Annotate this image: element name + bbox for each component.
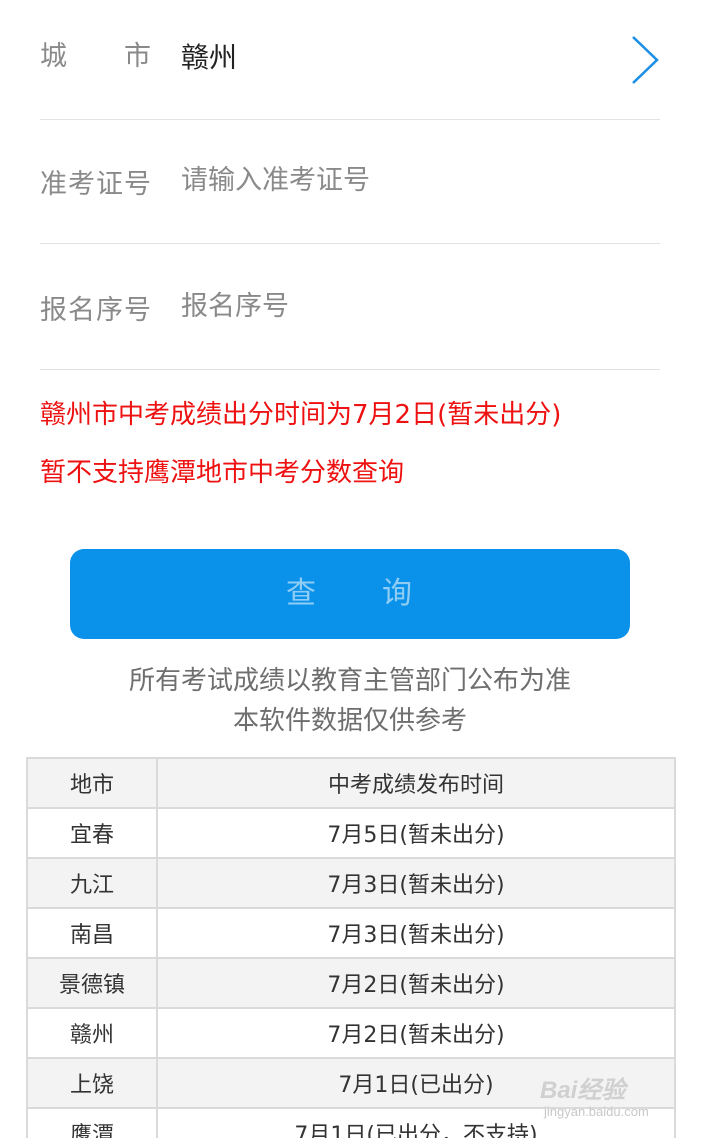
table-cell-release-time: 7月3日(暂未出分): [156, 857, 676, 909]
table-cell-release-time: 7月3日(暂未出分): [156, 907, 676, 959]
table-cell-city: 鹰潭: [26, 1107, 158, 1138]
disclaimer-line-1: 所有考试成绩以教育主管部门公布为准: [128, 666, 571, 696]
table-row: 宜春 7月5日(暂未出分): [26, 807, 676, 859]
table-row: 上饶 7月1日(已出分): [26, 1057, 676, 1109]
registration-number-row: 报名序号: [40, 246, 660, 370]
table-cell-city: 景德镇: [26, 957, 158, 1009]
city-selector-row[interactable]: 城 市 赣州: [40, 0, 660, 120]
table-cell-release-time: 7月1日(已出分): [156, 1057, 676, 1109]
table-cell-city: 赣州: [26, 1007, 158, 1059]
table-cell-release-time: 7月5日(暂未出分): [156, 807, 676, 859]
exam-number-row: 准考证号: [40, 120, 660, 244]
city-value: 赣州: [181, 41, 238, 74]
exam-number-input[interactable]: [181, 158, 641, 202]
table-row: 景德镇 7月2日(暂未出分): [26, 957, 676, 1009]
column-header-city: 地市: [26, 757, 158, 809]
table-row: 九江 7月3日(暂未出分): [26, 857, 676, 909]
table-cell-city: 九江: [26, 857, 158, 909]
score-query-page: 城 市 赣州 准考证号 报名序号 赣州市中考成绩出分时间为7月2日(暂未出分) …: [0, 0, 708, 1138]
exam-number-label: 准考证号: [40, 169, 152, 200]
table-cell-city: 南昌: [26, 907, 158, 959]
unsupported-city-notice: 暂不支持鹰潭地市中考分数查询: [40, 458, 405, 488]
table-cell-release-time: 7月2日(暂未出分): [156, 957, 676, 1009]
disclaimer-line-2: 本软件数据仅供参考: [232, 706, 467, 736]
column-header-release-time: 中考成绩发布时间: [156, 757, 676, 809]
table-row: 赣州 7月2日(暂未出分): [26, 1007, 676, 1059]
table-header-row: 地市 中考成绩发布时间: [26, 757, 676, 809]
table-row: 南昌 7月3日(暂未出分): [26, 907, 676, 959]
table-cell-city: 上饶: [26, 1057, 158, 1109]
release-time-notice: 赣州市中考成绩出分时间为7月2日(暂未出分): [40, 400, 562, 430]
city-label: 城 市: [40, 41, 152, 72]
chevron-right-icon[interactable]: [630, 34, 660, 86]
table-cell-release-time: 7月2日(暂未出分): [156, 1007, 676, 1059]
table-cell-city: 宜春: [26, 807, 158, 859]
registration-number-label: 报名序号: [40, 295, 152, 326]
table-row: 鹰潭 7月1日(已出分，不支持): [26, 1107, 676, 1138]
query-button[interactable]: 查 询: [70, 549, 630, 639]
registration-number-input[interactable]: [181, 284, 641, 328]
release-schedule-table: 地市 中考成绩发布时间 宜春 7月5日(暂未出分) 九江 7月3日(暂未出分) …: [26, 757, 676, 1138]
table-cell-release-time: 7月1日(已出分，不支持): [156, 1107, 676, 1138]
